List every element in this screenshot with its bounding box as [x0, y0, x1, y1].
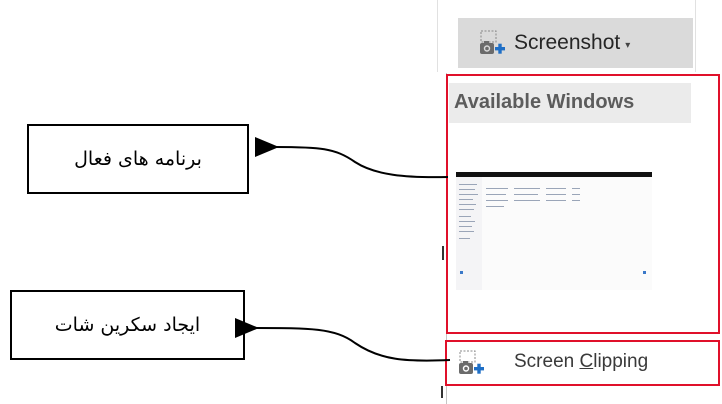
screenshot-label: Screenshot — [514, 31, 621, 54]
stray-mark — [442, 246, 444, 260]
thumbnail-line — [459, 238, 470, 239]
thumbnail-marker — [643, 271, 646, 274]
thumbnail-line — [486, 194, 506, 195]
callout-create-screenshot: ایجاد سکرین شات — [10, 290, 245, 360]
ribbon-separator — [437, 0, 438, 72]
available-windows-header: Available Windows — [449, 83, 691, 123]
thumbnail-line — [572, 200, 580, 201]
thumbnail-line — [486, 206, 504, 207]
thumbnail-line — [459, 216, 471, 217]
arrow-create-screenshot — [234, 317, 451, 362]
thumbnail-line — [572, 194, 580, 195]
thumbnail-line — [459, 189, 475, 190]
chevron-down-icon[interactable]: ▾ — [625, 40, 630, 51]
thumbnail-line — [459, 226, 472, 227]
thumbnail-line — [459, 194, 478, 195]
ribbon-separator — [695, 0, 696, 72]
thumbnail-line — [459, 221, 475, 222]
arrow-active-programs — [254, 136, 449, 179]
thumbnail-line — [459, 231, 474, 232]
screen-clipping-item[interactable]: Screen Clipping — [449, 343, 717, 383]
accelerator-key: C — [579, 351, 594, 372]
thumbnail-line — [546, 188, 566, 189]
thumbnail-line — [514, 188, 540, 189]
thumbnail-line — [486, 188, 508, 189]
thumbnail-line — [459, 184, 477, 185]
thumbnail-titlebar — [456, 172, 652, 177]
thumbnail-line — [572, 188, 580, 189]
thumbnail-line — [486, 200, 508, 201]
thumbnail-line — [546, 200, 566, 201]
stray-mark — [441, 386, 443, 398]
screenshot-button[interactable]: Screenshot ▾ — [458, 18, 693, 68]
camera-plus-icon — [457, 349, 485, 377]
available-window-thumbnail[interactable] — [456, 172, 652, 290]
thumbnail-line — [546, 194, 566, 195]
dropdown-border — [446, 73, 447, 404]
callout-active-programs: برنامه های فعال — [27, 124, 249, 194]
screen-clipping-label: Screen Clipping — [514, 351, 649, 372]
camera-plus-icon — [478, 29, 506, 57]
thumbnail-line — [459, 209, 474, 210]
thumbnail-marker — [460, 271, 463, 274]
thumbnail-line — [514, 200, 540, 201]
thumbnail-line — [514, 194, 538, 195]
thumbnail-line — [459, 204, 476, 205]
thumbnail-line — [459, 199, 473, 200]
